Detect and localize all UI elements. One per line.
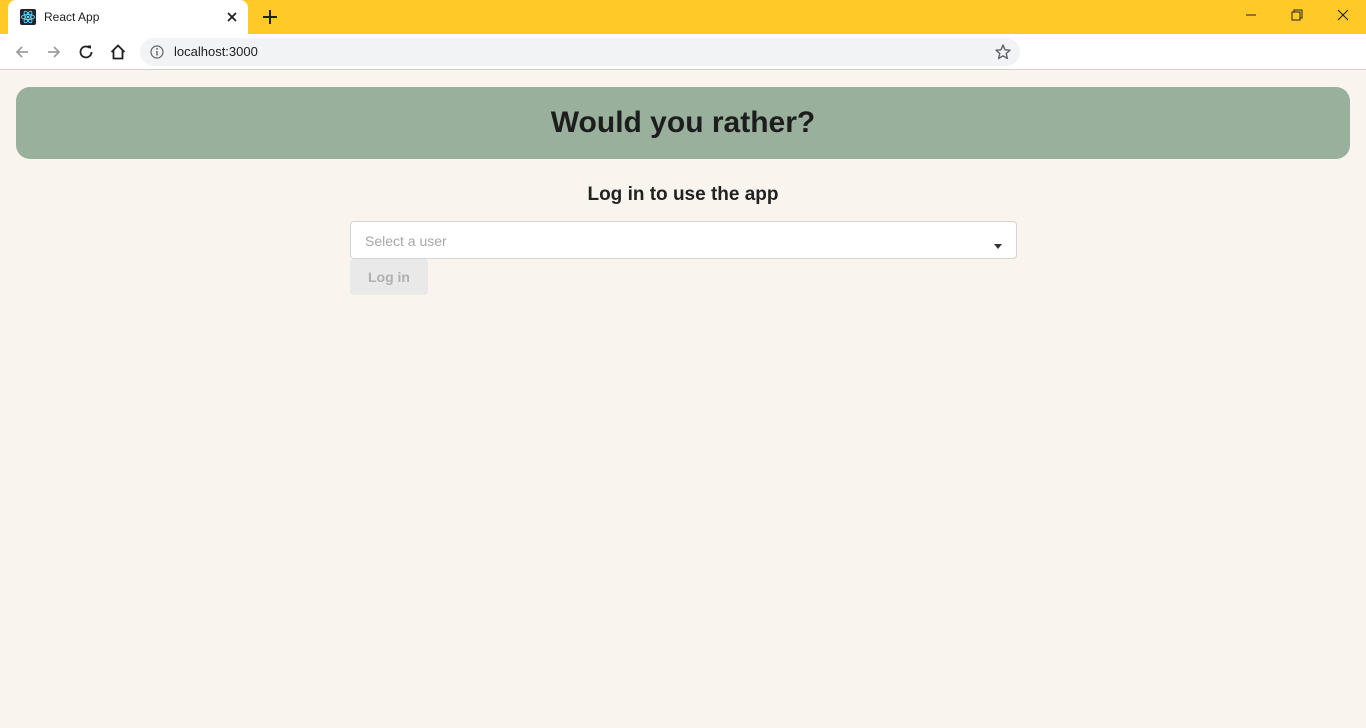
login-button[interactable]: Log in xyxy=(350,259,428,295)
app-title: Would you rather? xyxy=(550,106,816,139)
browser-tab[interactable]: React App xyxy=(8,0,248,34)
new-tab-icon[interactable] xyxy=(260,7,280,27)
bookmark-star-icon[interactable] xyxy=(994,43,1012,61)
restore-icon[interactable] xyxy=(1274,0,1320,30)
info-icon[interactable] xyxy=(150,45,164,59)
app-header: Would you rather? xyxy=(16,87,1350,159)
browser-tab-strip: React App xyxy=(0,0,1366,34)
dropdown-caret-icon xyxy=(993,237,1003,249)
forward-arrow-icon[interactable] xyxy=(42,40,66,64)
address-bar[interactable]: localhost:3000 xyxy=(140,38,1020,66)
browser-toolbar: localhost:3000 xyxy=(0,34,1366,70)
login-heading: Log in to use the app xyxy=(587,184,779,205)
minimize-icon[interactable] xyxy=(1228,0,1274,30)
url-text: localhost:3000 xyxy=(174,44,258,59)
back-arrow-icon[interactable] xyxy=(10,40,34,64)
select-placeholder: Select a user xyxy=(365,233,447,249)
reload-icon[interactable] xyxy=(74,40,98,64)
tab-title: React App xyxy=(44,10,100,24)
user-select-dropdown[interactable]: Select a user xyxy=(350,221,1017,259)
close-tab-icon[interactable] xyxy=(224,9,240,25)
close-window-icon[interactable] xyxy=(1320,0,1366,30)
home-icon[interactable] xyxy=(106,40,130,64)
react-favicon-icon xyxy=(20,9,36,25)
